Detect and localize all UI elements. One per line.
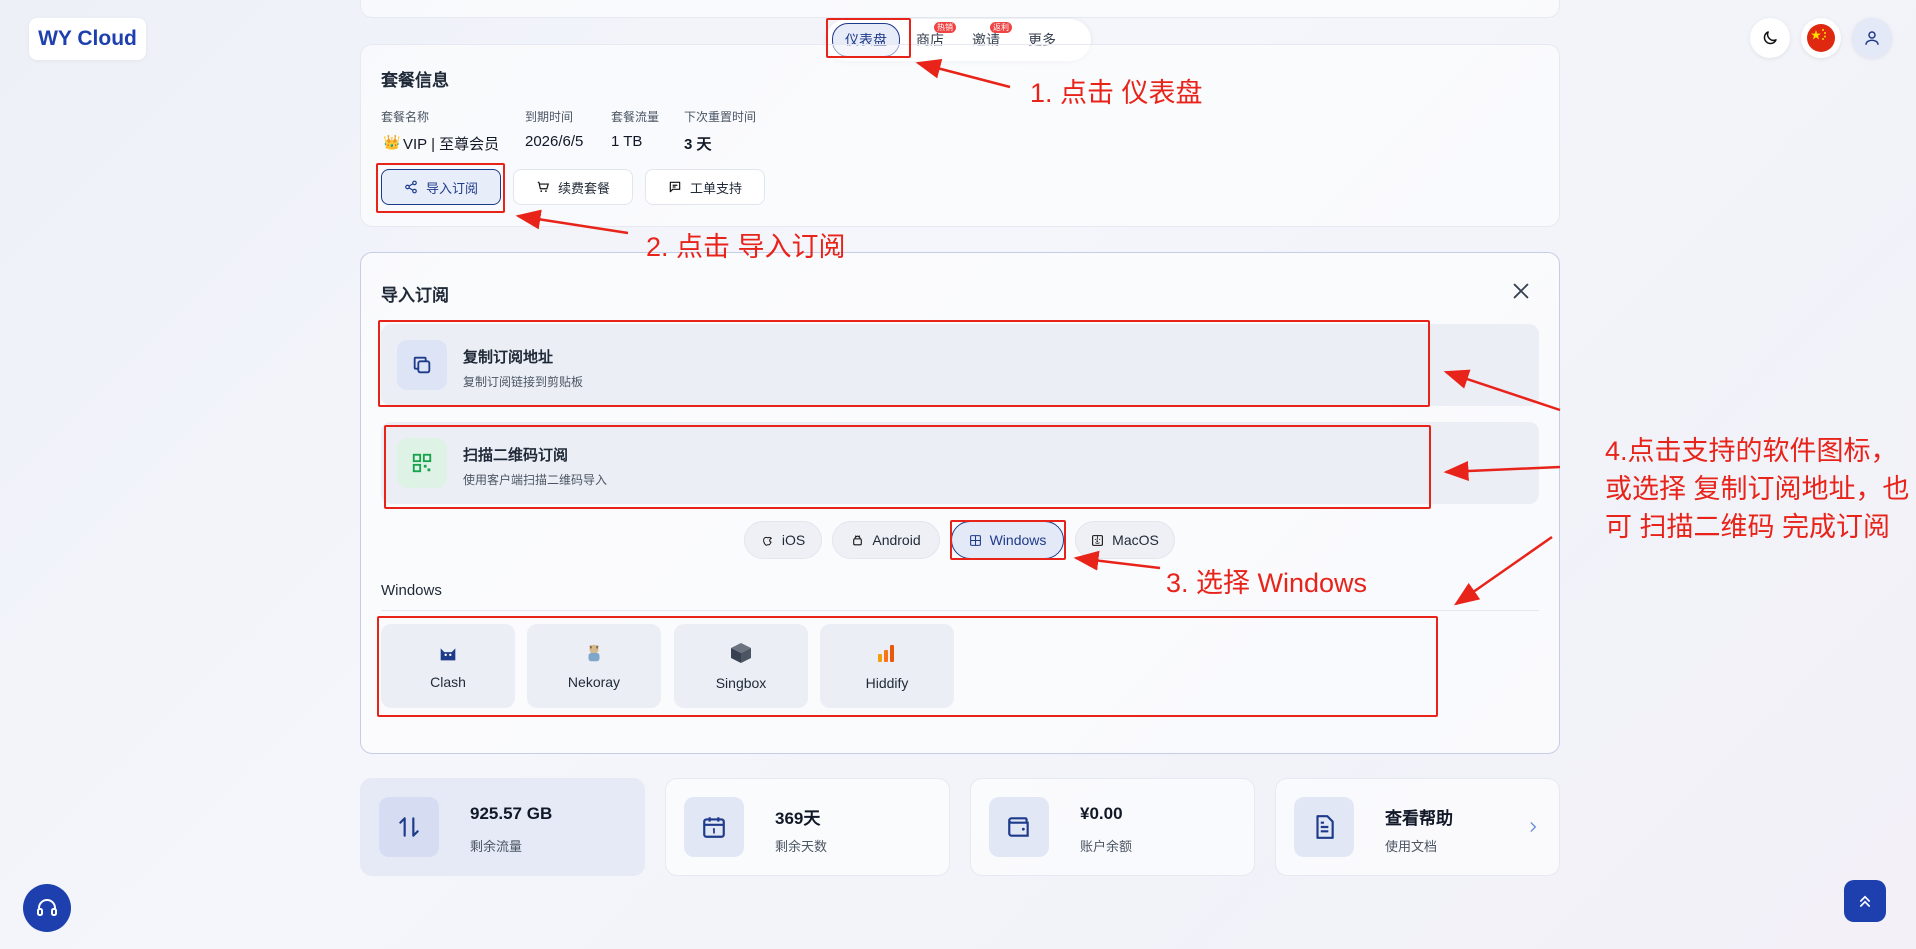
arrow-step4-clients [1453,535,1553,606]
annotation-arrows [515,59,1561,606]
arrow-step1 [915,59,1011,89]
arrow-step4-qrcode [1443,461,1561,482]
arrow-step3 [1073,550,1161,571]
arrow-step2 [515,209,629,235]
arrow-step4-copy [1443,369,1561,412]
